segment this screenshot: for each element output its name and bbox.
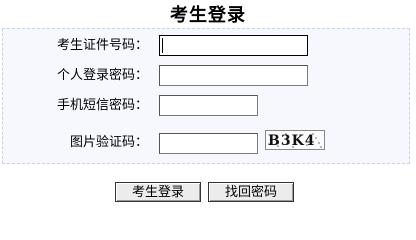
- captcha-label: 图片验证码：: [69, 135, 148, 150]
- login-button[interactable]: 考生登录: [115, 182, 201, 202]
- sms-code-input[interactable]: [159, 95, 258, 116]
- sms-code-label: 手机短信密码：: [56, 98, 148, 113]
- text-caret: [162, 38, 163, 53]
- page-title: 考生登录: [170, 5, 246, 26]
- password-input[interactable]: [159, 65, 308, 86]
- captcha-image[interactable]: B3K4: [265, 130, 325, 150]
- captcha-text: B3K4: [268, 133, 315, 149]
- captcha-input[interactable]: [159, 133, 258, 154]
- id-number-label: 考生证件号码：: [56, 38, 148, 53]
- captcha-noise-graphic: B3K4: [268, 133, 322, 149]
- id-number-input[interactable]: [159, 35, 308, 56]
- recover-password-button[interactable]: 找回密码: [208, 182, 294, 202]
- password-label: 个人登录密码：: [56, 68, 148, 83]
